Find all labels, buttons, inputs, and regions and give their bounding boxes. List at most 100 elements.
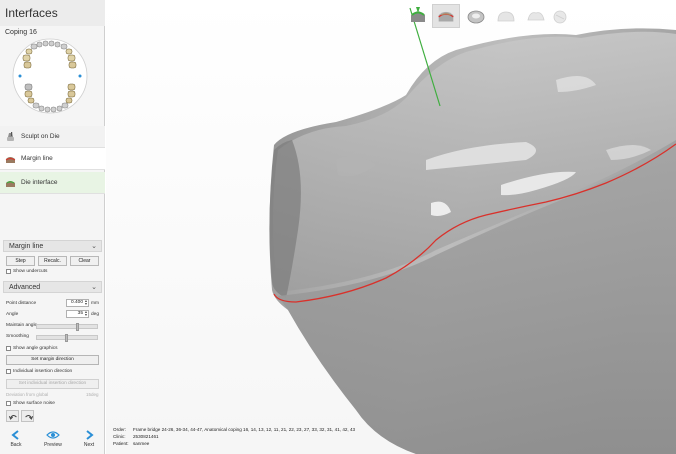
view-ghost-1-button[interactable]: [492, 4, 520, 28]
next-button[interactable]: Next: [74, 430, 104, 452]
tooth[interactable]: [54, 41, 61, 48]
tooth[interactable]: [22, 54, 31, 62]
view-ghost-3-button[interactable]: [546, 4, 574, 28]
step-button[interactable]: Step: [6, 256, 35, 266]
undo-button[interactable]: [6, 410, 19, 422]
step-sculpt-on-die[interactable]: Sculpt on Die: [0, 126, 105, 148]
show-angle-graphics-checkbox[interactable]: Show angle graphics: [6, 345, 102, 353]
die-interface-icon: [6, 181, 15, 187]
set-margin-direction-button[interactable]: Set margin direction: [6, 355, 99, 365]
tooth[interactable]: [65, 97, 73, 104]
view-die-red-button[interactable]: [432, 4, 460, 28]
sculpt-die-icon: [7, 132, 14, 141]
tooth[interactable]: [36, 41, 43, 48]
angle-unit: deg: [91, 312, 100, 317]
tooth[interactable]: [48, 40, 55, 47]
checkbox-box[interactable]: [6, 346, 11, 351]
margin-line-section-header[interactable]: Margin line ⌄: [3, 240, 102, 252]
tooth[interactable]: [25, 48, 33, 55]
3d-viewport[interactable]: Order: Frame bridge 24-26, 36-34, 44-47,…: [106, 0, 676, 454]
order-info: Order: Frame bridge 24-26, 36-34, 44-47,…: [113, 427, 573, 448]
smoothing-slider[interactable]: [36, 334, 98, 342]
view-die-green-button[interactable]: [404, 4, 432, 28]
view-crown-button[interactable]: [462, 4, 490, 28]
tooth[interactable]: [38, 105, 45, 112]
tooth[interactable]: [24, 90, 33, 98]
deviation-value: 15deg: [86, 392, 99, 397]
tooth[interactable]: [23, 61, 32, 69]
back-button[interactable]: Back: [1, 430, 31, 452]
order-value: Frame bridge 24-26, 36-34, 44-47, Anatom…: [133, 427, 356, 432]
step-die-interface[interactable]: Die interface: [0, 172, 105, 194]
arch-indicator-icon: [18, 74, 22, 78]
checkbox-box[interactable]: [6, 369, 11, 374]
checkbox-box[interactable]: [6, 401, 11, 406]
step-label: Sculpt on Die: [21, 133, 60, 140]
angle-label: Angle: [6, 312, 19, 317]
crown-view-icon: [467, 10, 485, 24]
tooth[interactable]: [42, 40, 49, 47]
die-model[interactable]: [106, 0, 676, 454]
slider-thumb[interactable]: [75, 323, 79, 331]
tooth[interactable]: [24, 83, 33, 91]
stepper-arrows-icon[interactable]: ▲ ▼: [84, 299, 88, 306]
angle-value: 35: [77, 311, 83, 316]
point-distance-label: Point distance: [6, 301, 37, 306]
tooth[interactable]: [27, 97, 35, 104]
show-undercuts-checkbox[interactable]: Show undercuts: [6, 268, 102, 276]
tooth[interactable]: [61, 102, 69, 109]
back-label: Back: [10, 442, 22, 448]
point-distance-stepper[interactable]: 0.400 ▲ ▼: [66, 299, 89, 307]
tooth[interactable]: [60, 43, 68, 50]
advanced-section-header[interactable]: Advanced ⌄: [3, 281, 102, 293]
tooth[interactable]: [32, 102, 40, 109]
next-label: Next: [83, 442, 95, 448]
left-panel: Interfaces Coping 16 Sculpt on Die Margi…: [0, 0, 105, 454]
margin-line-icon: [5, 157, 16, 163]
case-name: Coping 16: [5, 29, 37, 36]
tooth[interactable]: [67, 90, 76, 98]
redo-button[interactable]: [21, 410, 34, 422]
preview-button[interactable]: Preview: [38, 430, 68, 452]
checkbox-box[interactable]: [6, 269, 11, 274]
ghost-view-1-icon: [497, 11, 515, 22]
ghost-view-3-icon: [553, 10, 567, 24]
view-toolbar: [404, 4, 567, 28]
page-title: Interfaces: [5, 6, 58, 20]
tooth-chart[interactable]: [8, 38, 96, 122]
order-row: Order: Frame bridge 24-26, 36-34, 44-47,…: [113, 427, 573, 434]
tooth[interactable]: [50, 106, 57, 113]
smoothing-label: Smoothing: [6, 334, 29, 339]
arch-indicator-icon: [78, 74, 82, 78]
tooth[interactable]: [30, 43, 38, 50]
checkbox-label: Show surface noise: [13, 400, 55, 406]
stepper-arrows-icon[interactable]: ▲ ▼: [84, 310, 88, 317]
checkbox-label: Show angle graphics: [13, 345, 58, 351]
clear-button[interactable]: Clear: [70, 256, 99, 266]
chevron-down-icon: ⌄: [91, 243, 97, 250]
individual-insertion-direction-checkbox[interactable]: Individual insertion direction: [6, 368, 102, 376]
clinic-row: Clinic: 2530821461: [113, 434, 573, 441]
step-margin-line[interactable]: Margin line: [0, 148, 105, 170]
patient-key: Patient:: [113, 441, 129, 446]
set-individual-insertion-direction-button[interactable]: Set individual insertion direction: [6, 379, 99, 389]
panel-header: Interfaces: [0, 0, 105, 26]
tooth[interactable]: [67, 83, 76, 91]
tooth[interactable]: [65, 48, 73, 55]
patient-value: sanmee: [133, 441, 150, 446]
recalc-button[interactable]: Recalc.: [38, 256, 67, 266]
show-surface-noise-checkbox[interactable]: Show surface noise: [6, 400, 102, 408]
tooth-chart-circle: [12, 38, 88, 114]
clinic-key: Clinic:: [113, 434, 126, 439]
angle-stepper[interactable]: 35 ▲ ▼: [66, 310, 89, 318]
section-title: Advanced: [9, 283, 41, 291]
tooth[interactable]: [68, 61, 77, 69]
maintain-angle-slider[interactable]: [36, 323, 98, 331]
tooth[interactable]: [67, 54, 76, 62]
checkbox-label: Show undercuts: [13, 268, 48, 274]
tooth[interactable]: [56, 105, 63, 112]
tooth[interactable]: [44, 106, 51, 113]
slider-thumb[interactable]: [64, 334, 68, 342]
maintain-angle-label: Maintain angle: [6, 323, 38, 328]
arrow-right-icon: [86, 430, 94, 440]
